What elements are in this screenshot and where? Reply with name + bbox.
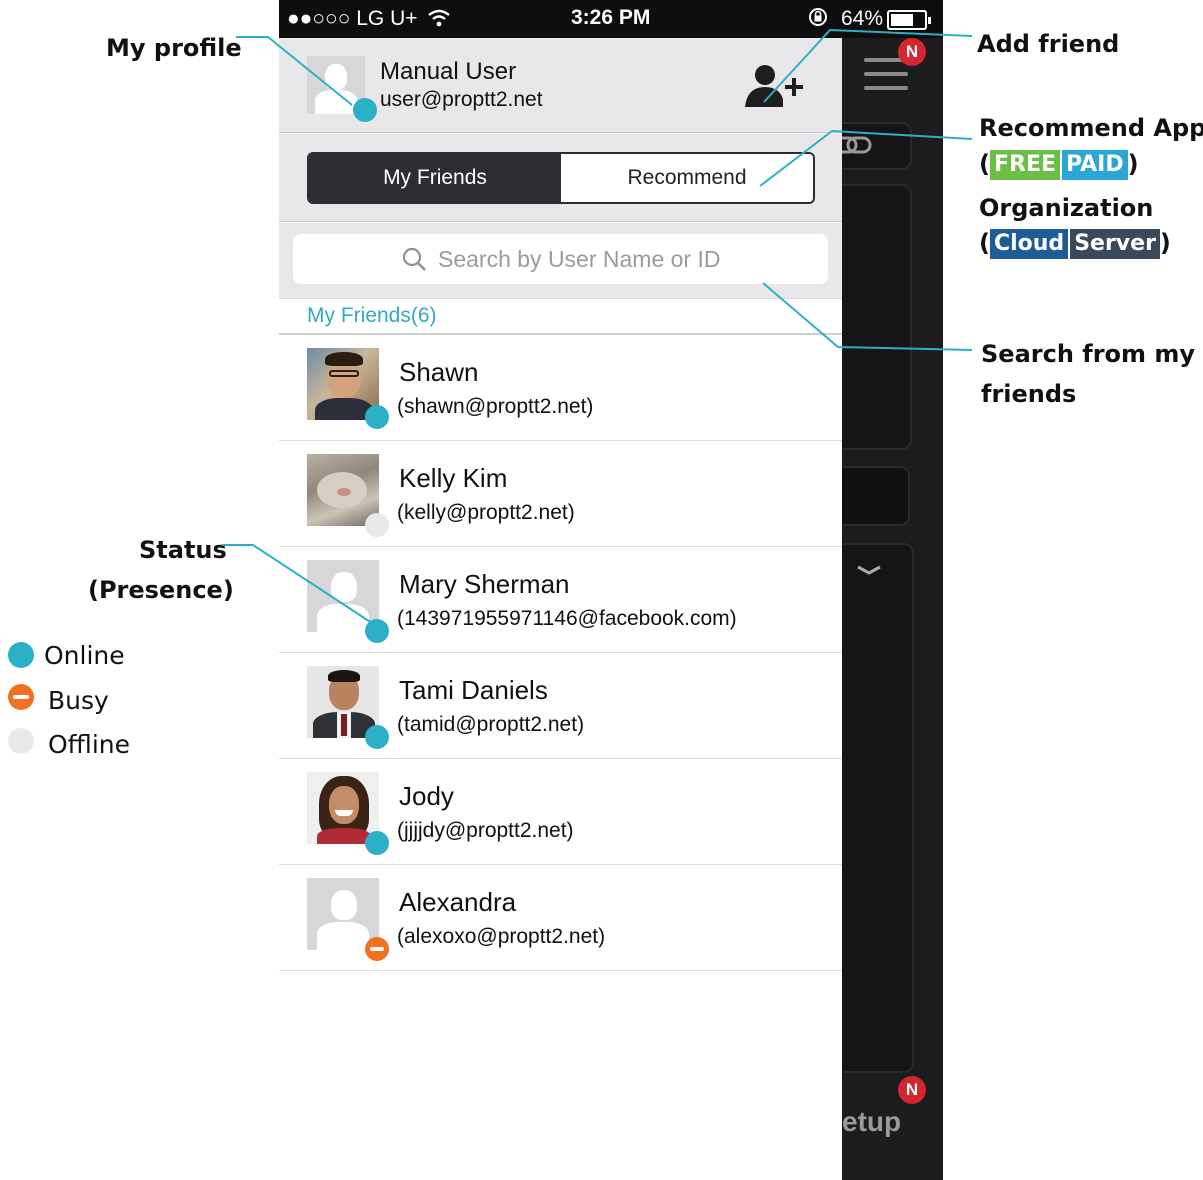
legend-busy: Busy xyxy=(48,686,109,715)
tab-recommend[interactable]: Recommend xyxy=(561,154,813,202)
annotation-presence: (Presence) xyxy=(88,576,234,604)
friend-row-jody[interactable]: Jody (jjjjdy@proptt2.net) xyxy=(279,759,842,865)
friends-count-label: My Friends(6) xyxy=(307,304,437,327)
friend-row-mary-sherman[interactable]: Mary Sherman (143971955971146@facebook.c… xyxy=(279,547,842,653)
friend-id: (kelly@proptt2.net) xyxy=(397,501,575,524)
friend-name: Kelly Kim xyxy=(399,463,508,493)
close-paren: ) xyxy=(1127,150,1139,178)
friend-id: (tamid@proptt2.net) xyxy=(397,713,585,736)
search-icon xyxy=(402,247,426,271)
server-tag: Server xyxy=(1070,229,1160,259)
offline-legend-dot xyxy=(8,728,34,754)
status-bar: ●●○○○ LG U+ 3:26 PM 64% xyxy=(279,0,943,38)
battery-percent: 64% xyxy=(841,7,884,30)
profile-status-dot xyxy=(353,98,377,122)
carrier-label: ●●○○○ LG U+ xyxy=(287,7,418,30)
phone-screen: ●●○○○ LG U+ 3:26 PM 64% N etup N Manual … xyxy=(279,0,943,1180)
friend-id: (jjjjdy@proptt2.net) xyxy=(397,819,574,842)
friend-row-alexandra[interactable]: Alexandra (alexoxo@proptt2.net) xyxy=(279,865,842,971)
busy-legend-icon xyxy=(8,684,34,710)
friend-name: Mary Sherman xyxy=(399,569,570,599)
profile-name: Manual User xyxy=(380,58,517,85)
chevron-down-icon xyxy=(857,565,881,575)
rotation-lock-icon xyxy=(809,8,827,26)
status-dot-offline xyxy=(365,513,389,537)
background-panel xyxy=(832,184,912,450)
legend-online: Online xyxy=(44,641,125,670)
friends-drawer: Manual User user@proptt2.net My Friends … xyxy=(279,38,842,1180)
status-dot-online xyxy=(365,831,389,855)
my-profile[interactable]: Manual User user@proptt2.net xyxy=(279,38,842,133)
tab-switcher: My Friends Recommend xyxy=(307,152,815,204)
annotation-organization-tags: (Cloud Server) xyxy=(979,229,1171,259)
friends-section-header: My Friends(6) xyxy=(279,298,842,335)
tab-my-friends[interactable]: My Friends xyxy=(309,154,561,202)
annotation-recommend-tags: (FREE PAID) xyxy=(979,150,1139,180)
online-legend-dot xyxy=(8,642,34,668)
friend-row-tami-daniels[interactable]: Tami Daniels (tamid@proptt2.net) xyxy=(279,653,842,759)
setup-label[interactable]: etup xyxy=(842,1106,901,1138)
status-dot-online xyxy=(365,725,389,749)
friend-name: Alexandra xyxy=(399,887,517,917)
friend-row-shawn[interactable]: Shawn (shawn@proptt2.net) xyxy=(279,335,842,441)
friend-id: (143971955971146@facebook.com) xyxy=(397,607,737,630)
add-friend-icon[interactable] xyxy=(743,63,807,109)
search-box[interactable] xyxy=(293,234,828,284)
legend-offline: Offline xyxy=(48,730,131,759)
tab-area: My Friends Recommend xyxy=(279,134,842,222)
open-paren: ( xyxy=(979,150,990,178)
annotation-status: Status xyxy=(139,536,227,564)
annotation-organization: Organization xyxy=(979,194,1154,222)
hamburger-menu-icon[interactable] xyxy=(864,58,908,94)
battery-icon xyxy=(887,10,931,30)
link-button[interactable] xyxy=(832,122,912,170)
annotation-recommend-app: Recommend App xyxy=(979,114,1203,142)
wifi-icon xyxy=(428,9,450,27)
profile-email: user@proptt2.net xyxy=(380,88,543,111)
annotation-add-friend: Add friend xyxy=(977,30,1120,58)
friend-row-kelly-kim[interactable]: Kelly Kim (kelly@proptt2.net) xyxy=(279,441,842,547)
status-dot-online xyxy=(365,619,389,643)
annotation-my-profile: My profile xyxy=(106,34,242,62)
background-bar xyxy=(832,466,910,526)
friend-name: Shawn xyxy=(399,357,479,387)
status-dot-online xyxy=(365,405,389,429)
open-paren: ( xyxy=(979,229,990,257)
friend-name: Tami Daniels xyxy=(399,675,548,705)
annotation-search-line2: friends xyxy=(981,380,1077,408)
cloud-tag: Cloud xyxy=(989,229,1069,259)
friend-id: (shawn@proptt2.net) xyxy=(397,395,594,418)
busy-status-icon xyxy=(365,937,389,961)
annotation-search-line1: Search from my xyxy=(981,340,1196,368)
close-paren: ) xyxy=(1159,229,1171,257)
background-app: N etup N xyxy=(832,38,943,1180)
background-speaker-panel xyxy=(832,543,914,1073)
search-input[interactable] xyxy=(438,234,808,284)
notification-badge-bottom: N xyxy=(898,1076,926,1104)
friend-name: Jody xyxy=(399,781,454,811)
search-area xyxy=(279,223,842,298)
clock: 3:26 PM xyxy=(571,6,651,29)
notification-badge: N xyxy=(898,38,926,66)
friend-id: (alexoxo@proptt2.net) xyxy=(397,925,606,948)
free-tag: FREE xyxy=(989,150,1060,180)
paid-tag: PAID xyxy=(1062,150,1128,180)
